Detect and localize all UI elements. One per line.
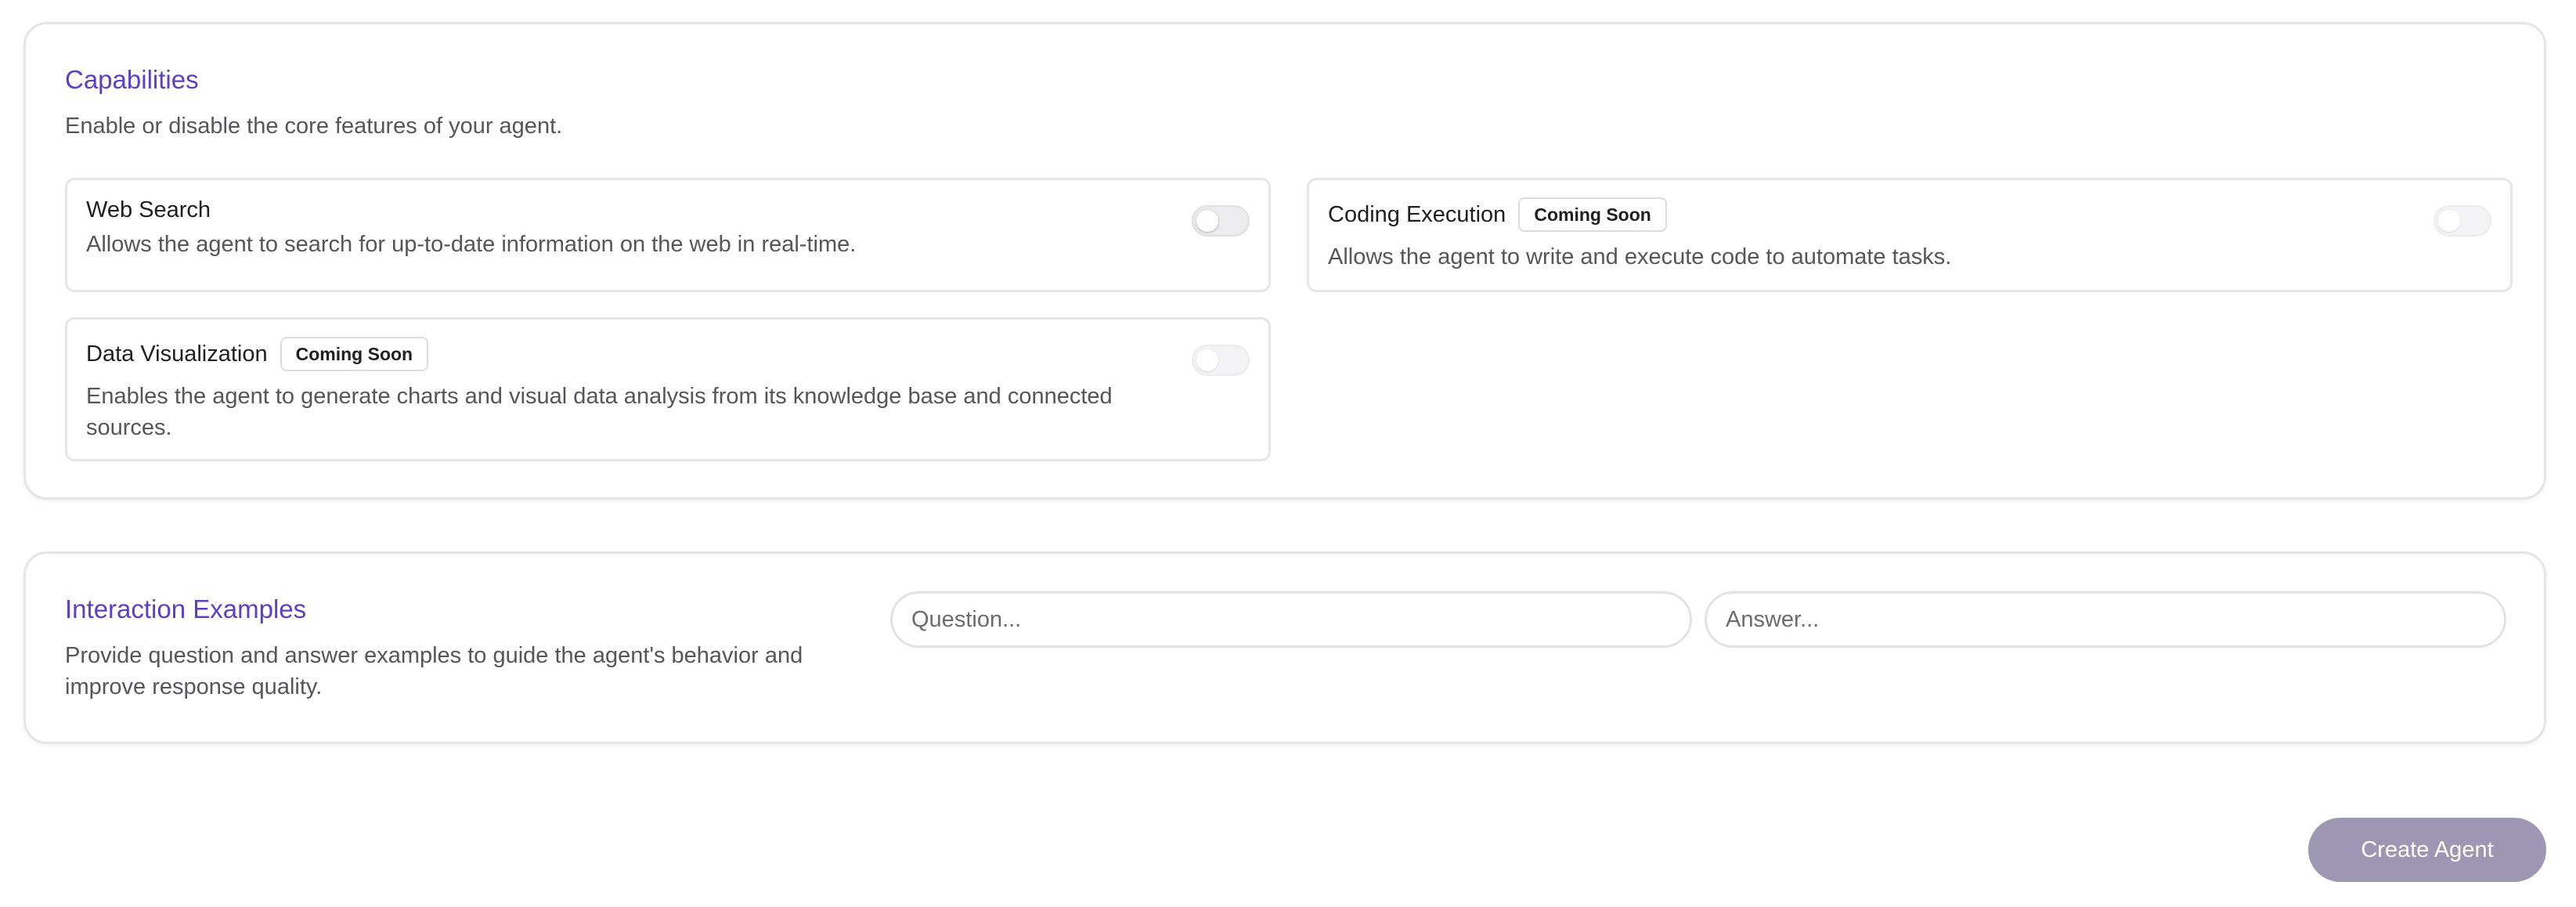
data-visualization-toggle[interactable]	[1192, 345, 1250, 376]
capability-description: Allows the agent to search for up-to-dat…	[86, 232, 857, 257]
interaction-examples-panel: Interaction Examples Provide question an…	[23, 551, 2546, 744]
capability-title: Coding Execution Coming Soon	[1328, 197, 1667, 232]
capability-description: Enables the agent to generate charts and…	[86, 384, 1113, 440]
coming-soon-badge: Coming Soon	[1518, 197, 1667, 232]
capabilities-description: Enable or disable the core features of y…	[65, 114, 563, 139]
toggle-knob	[2438, 210, 2460, 232]
capability-title-text: Coding Execution	[1328, 201, 1506, 227]
coming-soon-badge: Coming Soon	[280, 337, 429, 371]
capability-title: Web Search	[86, 197, 211, 223]
toggle-knob	[1196, 349, 1218, 371]
capability-description: Allows the agent to write and execute co…	[1328, 244, 1952, 269]
capability-card-data-visualization: Data Visualization Coming Soon Enables t…	[65, 317, 1271, 461]
question-input[interactable]	[890, 591, 1692, 648]
coding-execution-toggle[interactable]	[2433, 205, 2491, 237]
capability-title: Data Visualization Coming Soon	[86, 337, 429, 371]
create-agent-button[interactable]: Create Agent	[2308, 818, 2546, 882]
capability-title-text: Data Visualization	[86, 341, 268, 367]
capability-card-coding-execution: Coding Execution Coming Soon Allows the …	[1307, 178, 2513, 292]
capabilities-panel: Capabilities Enable or disable the core …	[23, 22, 2546, 500]
toggle-knob	[1196, 210, 1218, 232]
interaction-examples-description: Provide question and answer examples to …	[65, 643, 803, 699]
capabilities-title: Capabilities	[65, 65, 199, 94]
web-search-toggle[interactable]	[1192, 205, 1250, 237]
interaction-examples-title: Interaction Examples	[65, 594, 307, 623]
answer-input[interactable]	[1705, 591, 2506, 648]
capability-card-web-search: Web Search Allows the agent to search fo…	[65, 178, 1271, 292]
capability-title-text: Web Search	[86, 197, 211, 222]
